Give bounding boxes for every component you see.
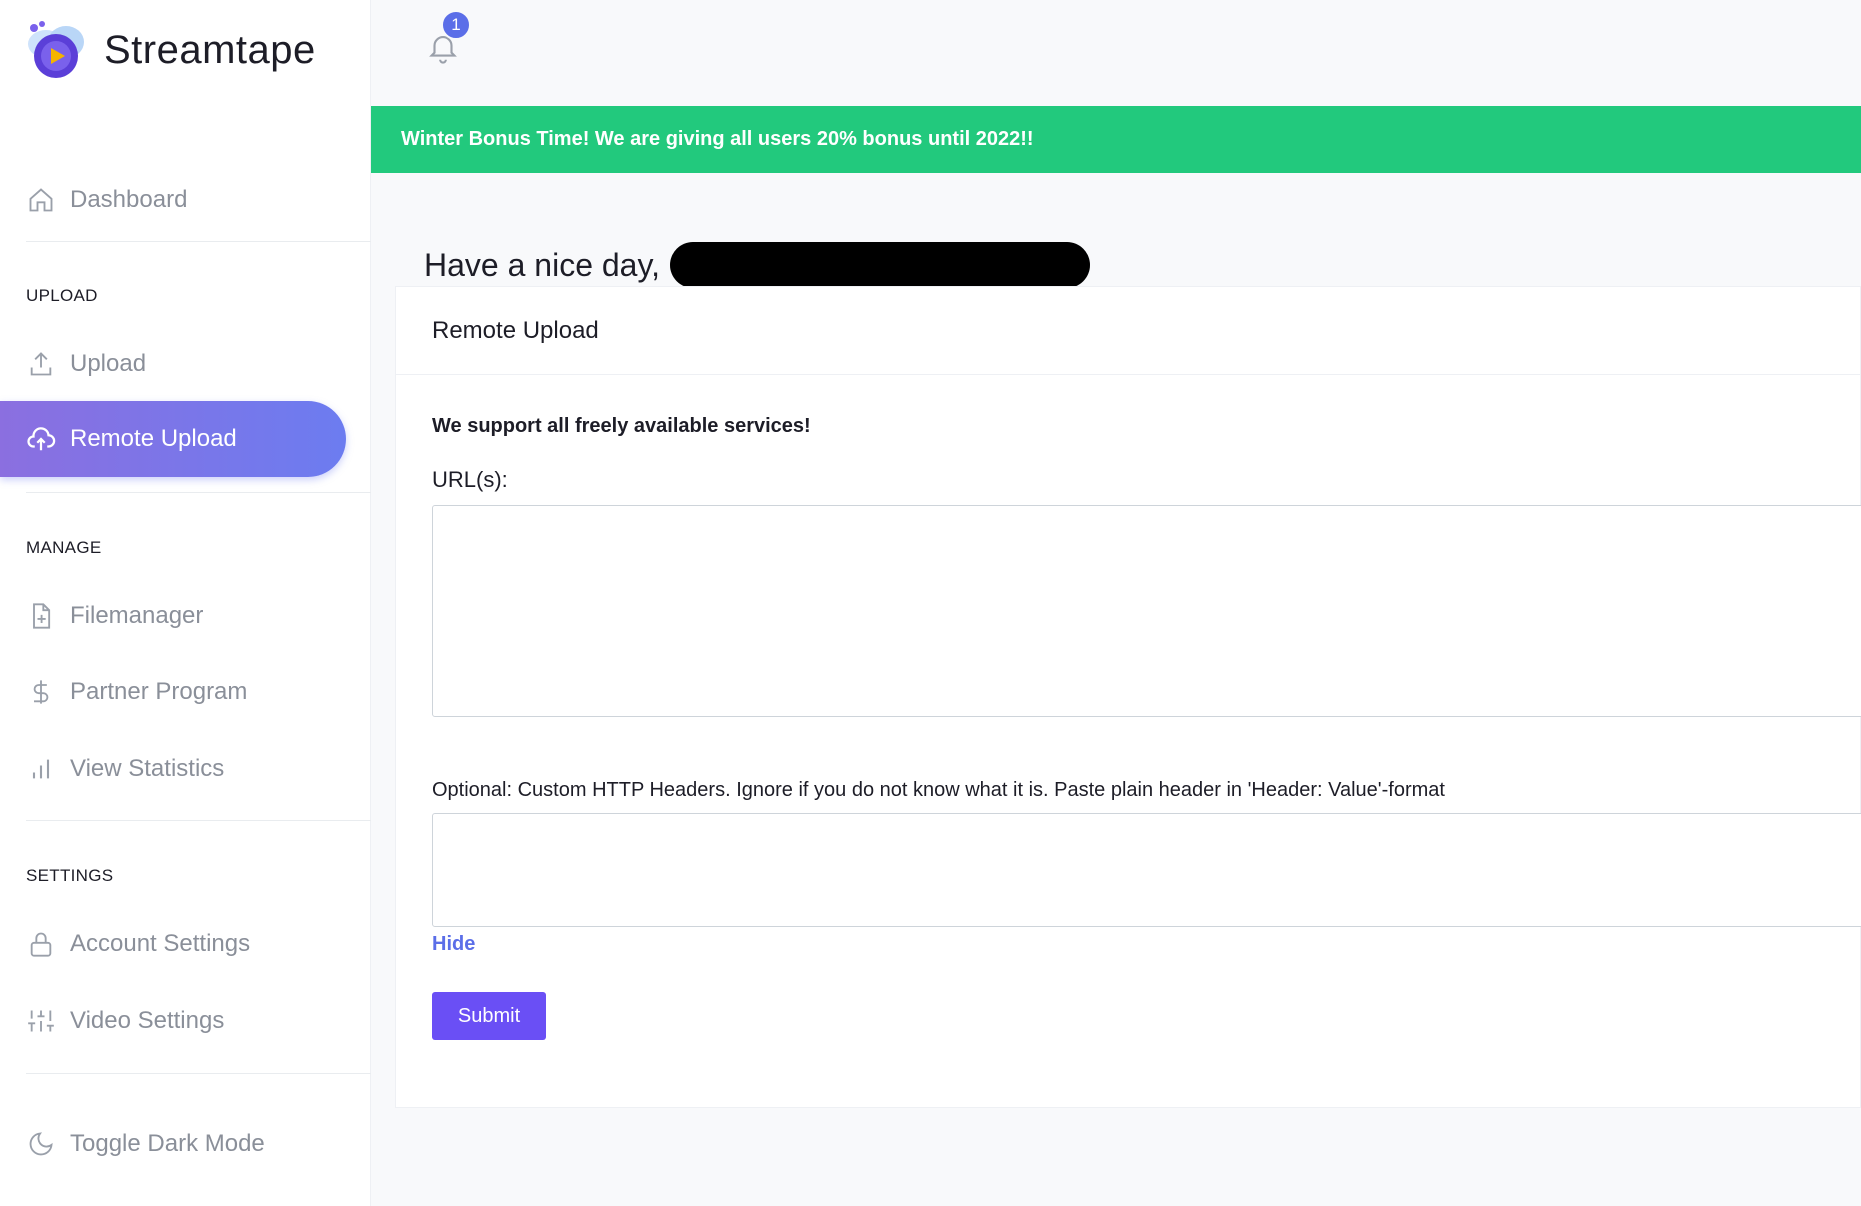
promo-banner-text: Winter Bonus Time! We are giving all use… [401,128,1034,150]
sidebar-divider [26,492,371,493]
sidebar-item-view-statistics[interactable]: View Statistics [0,731,346,807]
upload-icon [26,349,56,379]
sidebar-item-upload[interactable]: Upload [0,326,346,402]
sidebar-item-label: Account Settings [70,930,251,957]
remote-upload-card: Remote Upload We support all freely avai… [395,286,1861,1108]
sidebar-item-label: View Statistics [70,755,225,782]
sidebar-item-label: Filemanager [70,602,204,629]
dollar-icon [26,677,56,707]
sidebar-item-partner-program[interactable]: Partner Program [0,654,346,730]
streamtape-logo-icon [28,21,84,78]
sidebar-item-label: Remote Upload [70,425,237,452]
sidebar-divider [26,241,371,242]
sidebar-item-video-settings[interactable]: Video Settings [0,983,346,1059]
main-content: 1 Winter Bonus Time! We are giving all u… [371,0,1861,1206]
sidebar-item-label: Upload [70,350,147,377]
greeting-text: Have a nice day, [424,246,660,283]
urls-label: URL(s): [432,467,508,492]
topbar: 1 [371,0,1861,106]
custom-headers-label: Optional: Custom HTTP Headers. Ignore if… [432,779,1445,801]
lock-icon [26,929,56,959]
cloud-upload-icon [26,424,56,454]
sliders-icon [26,1006,56,1036]
sidebar-divider [26,1073,371,1074]
notification-badge: 1 [441,10,471,40]
sidebar-item-label: Toggle Dark Mode [70,1130,265,1157]
promo-banner: Winter Bonus Time! We are giving all use… [371,106,1861,173]
sidebar-item-remote-upload[interactable]: Remote Upload [0,401,346,477]
brand-name: Streamtape [104,27,316,72]
moon-icon [26,1129,56,1159]
sidebar-item-label: Partner Program [70,678,248,705]
sidebar-item-filemanager[interactable]: Filemanager [0,578,346,654]
support-text: We support all freely available services… [432,415,811,437]
urls-textarea[interactable] [432,505,1861,717]
greeting: Have a nice day, [424,242,1090,288]
file-plus-icon [26,601,56,631]
hide-link[interactable]: Hide [432,933,475,956]
sidebar-divider [26,820,371,821]
custom-headers-textarea[interactable] [432,813,1861,927]
brand-logo[interactable]: Streamtape [24,10,316,90]
section-label-manage: MANAGE [26,538,102,557]
bar-chart-icon [26,754,56,784]
redacted-username [669,242,1090,288]
sidebar-item-dashboard[interactable]: Dashboard [0,162,346,238]
submit-button[interactable]: Submit [432,992,546,1040]
sidebar-item-label: Video Settings [70,1007,225,1034]
section-label-upload: UPLOAD [26,286,98,305]
sidebar-item-account-settings[interactable]: Account Settings [0,906,346,982]
sidebar: Streamtape Dashboard UPLOAD Upload Remot… [0,0,371,1206]
home-icon [26,185,56,215]
section-label-settings: SETTINGS [26,866,114,885]
card-title: Remote Upload [396,287,1860,375]
toggle-dark-mode[interactable]: Toggle Dark Mode [0,1106,346,1182]
sidebar-item-label: Dashboard [70,186,188,213]
